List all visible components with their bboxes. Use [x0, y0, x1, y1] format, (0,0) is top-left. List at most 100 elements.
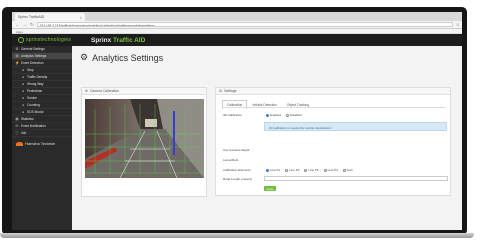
calibration-label: 3D Calibration [223, 113, 243, 117]
radio-dot-icon [285, 168, 289, 172]
reload-icon[interactable]: ↻ [30, 22, 34, 28]
counting-icon: ● [21, 103, 25, 107]
sidebar-item-label: Info [21, 131, 27, 135]
sidebar-item-general-settings[interactable]: ⚙ General Settings [12, 46, 72, 53]
bolt-icon: ⚡ [15, 61, 20, 65]
app-header: sprinxtechnologies Sprinx Traffic AID [12, 34, 462, 46]
lanes-label: Lanes/Refs [223, 158, 239, 162]
brand-logo: sprinxtechnologies [18, 37, 73, 43]
radio-dot-icon [323, 168, 327, 172]
road-length-input[interactable] [264, 176, 448, 181]
browser-tabbar: Sprinx TrafficAID × [12, 12, 462, 21]
sidebar-item-counting[interactable]: ● Counting [12, 102, 72, 109]
app-title-prefix: Sprinx [91, 36, 112, 44]
sidebar-item-smoke[interactable]: ● Smoke [12, 95, 72, 102]
sidebar-item-label: Counting [27, 103, 40, 107]
radio-dot-icon [266, 168, 269, 172]
height-label: Use Camera Height [223, 148, 250, 152]
camera-calibration-panel: ⊕ Camera Calibration [81, 87, 207, 197]
sidebar-item-traffic-density[interactable]: ● Traffic Density [12, 74, 72, 81]
radio-line-p4[interactable]: Line P4 [323, 168, 338, 172]
radio-dot-icon [286, 113, 290, 117]
radio-grid[interactable]: Grid [342, 168, 352, 172]
sidebar-item-label: Wrong Way [27, 82, 44, 86]
panel-title: Camera Calibration [89, 89, 120, 93]
radio-line-p2[interactable]: Line P2 [285, 168, 299, 172]
logo-icon [18, 37, 24, 43]
browser-tab[interactable]: Sprinx TrafficAID × [15, 13, 85, 21]
address-bar[interactable]: 192.168.2.187/trafficaid/app/setup/analy… [36, 22, 454, 27]
back-icon[interactable]: ← [15, 22, 20, 27]
main-content: ⚙ Analytics Settings ⊕ Camera Calibratio… [72, 46, 462, 230]
tab-vehicle-detection[interactable]: Vehicle Detection [247, 100, 282, 109]
sidebar-item-info[interactable]: ⓘ Info [12, 130, 72, 137]
radio-dot-icon [266, 113, 269, 117]
info-icon: ⓘ [15, 130, 19, 135]
radio-line-p3[interactable]: Line P3 [304, 168, 319, 172]
info-alert: 3D Calibration is required for vehicle c… [264, 122, 447, 131]
radio-dot-icon [304, 168, 308, 172]
panel-title: Settings [224, 89, 237, 93]
logo-text: sprinxtechnologies [26, 37, 72, 43]
tab-object-tracking[interactable]: Object Tracking [282, 100, 314, 109]
calibration-marker[interactable] [173, 111, 175, 155]
camera-preview[interactable] [85, 99, 204, 178]
sidebar-item-analytics-settings[interactable]: ▤ Analytics Settings [12, 53, 72, 60]
density-icon: ● [21, 75, 25, 79]
sidebar: ⚙ General Settings ▤ Analytics Settings … [12, 46, 72, 230]
wrong-way-icon: ● [21, 82, 25, 86]
radio-enabled[interactable]: Enabled [266, 113, 281, 117]
apply-button[interactable]: Apply [264, 186, 276, 191]
hanwha-logo: Hanwha Techwin [12, 140, 72, 147]
settings-tabs: Calibration Vehicle Detection Object Tra… [222, 100, 314, 109]
sidebar-item-wrong-way[interactable]: ● Wrong Way [12, 81, 72, 88]
radio-line-p1[interactable]: Line P1 [266, 168, 280, 172]
menu-icon[interactable]: ≡ [456, 22, 459, 27]
smoke-icon: ● [21, 96, 25, 100]
settings-icon: ⚙ [219, 89, 223, 93]
sidebar-item-event-detection[interactable]: ⚡ Event Detection [12, 60, 72, 67]
stop-icon: ● [21, 68, 25, 72]
browser-tab-title: Sprinx TrafficAID [18, 15, 45, 19]
sidebar-item-statistics[interactable]: ▦ Statistics [12, 116, 72, 123]
app-title: Sprinx Traffic AID [91, 37, 145, 44]
gears-icon: ⚙ [80, 52, 89, 62]
sidebar-item-label: Event Notification [21, 124, 46, 128]
sidebar-item-label: Event Detection [21, 61, 44, 65]
page-title: ⚙ Analytics Settings [80, 52, 163, 63]
panel-header: ⚙ Settings [216, 88, 450, 95]
sos-icon: ● [21, 110, 25, 114]
sidebar-item-label: Statistics [21, 117, 34, 121]
tab-calibration[interactable]: Calibration [222, 100, 248, 109]
tab-divider [222, 107, 446, 108]
app-title-accent: Traffic AID [113, 36, 146, 44]
hanwha-icon [16, 141, 23, 146]
elements-radio-group: Line P1 Line P2 Line P3 Line P4 Grid [266, 168, 352, 172]
gear-icon: ⚙ [15, 47, 19, 51]
calibration-radio-group: Enabled Disabled [266, 113, 302, 117]
radio-dot-icon [342, 168, 346, 172]
page-title-text: Analytics Settings [92, 52, 164, 63]
radio-disabled[interactable]: Disabled [286, 113, 302, 117]
forward-icon[interactable]: → [23, 22, 28, 27]
sidebar-item-label: General Settings [21, 47, 45, 51]
settings-panel: ⚙ Settings Calibration Vehicle Detection… [215, 87, 451, 196]
sidebar-item-label: Stop [27, 68, 34, 72]
chart-icon: ▤ [15, 54, 19, 58]
sidebar-item-sos-modul[interactable]: ● SOS Modul [12, 109, 72, 116]
road-length-label: Road Length (meters) [223, 177, 253, 181]
close-icon[interactable]: × [80, 15, 82, 20]
crosshair-icon: ⊕ [85, 89, 88, 93]
sidebar-item-label: Analytics Settings [21, 54, 47, 58]
screen: Sprinx TrafficAID × ← → ↻ 192.168.2.187/… [12, 12, 462, 230]
panel-header: ⊕ Camera Calibration [82, 88, 206, 95]
sidebar-item-event-notification[interactable]: ✉ Event Notification [12, 123, 72, 130]
sidebar-item-stop[interactable]: ● Stop [12, 67, 72, 74]
elements-label: Calibration Elements [223, 168, 251, 172]
bell-icon: ✉ [15, 124, 19, 128]
laptop-base [0, 233, 474, 238]
sidebar-item-pedestrian[interactable]: ● Pedestrian [12, 88, 72, 95]
sidebar-item-label: Pedestrian [27, 89, 43, 93]
sidebar-item-label: Smoke [27, 96, 37, 100]
hanwha-text: Hanwha Techwin [25, 141, 56, 146]
